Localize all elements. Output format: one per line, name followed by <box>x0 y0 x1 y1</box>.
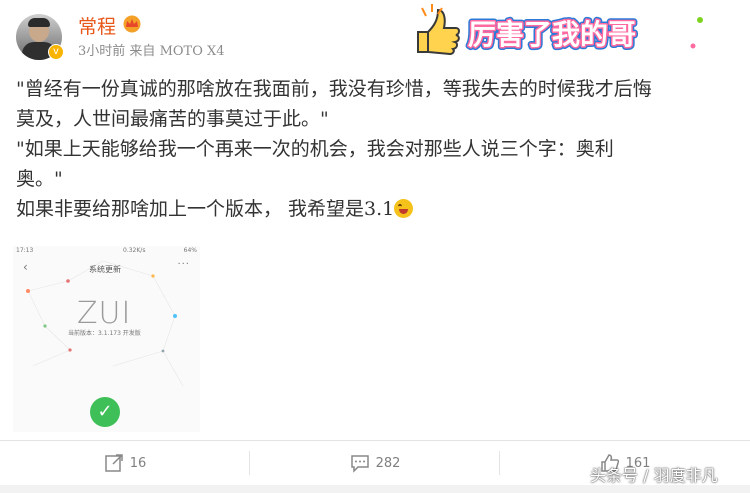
sticker-text: 厉害了我的哥 <box>468 18 636 51</box>
sticker-image: 厉害了我的哥 厉害了我的哥 厉害了我的哥 <box>417 4 703 56</box>
post-line: 如果非要给那啥加上一个版本， 我希望是3.1 <box>16 198 395 220</box>
bottom-bar <box>0 485 750 493</box>
status-network: 0.32K/s <box>123 247 146 254</box>
thumbs-up-icon <box>417 8 460 56</box>
comment-button[interactable]: 282 <box>250 441 500 485</box>
back-arrow-icon: ‹ <box>23 260 28 274</box>
post-line: "曾经有一份真诚的那啥放在我面前，我没有珍惜，等我失去的时候我才后悔 <box>16 78 652 100</box>
repost-count: 16 <box>129 455 147 471</box>
avatar-hair <box>28 18 50 27</box>
source-device[interactable]: MOTO X4 <box>160 44 225 59</box>
more-icon: ··· <box>177 259 190 270</box>
share-icon <box>104 454 123 472</box>
post-body: "曾经有一份真诚的那啥放在我面前，我没有珍惜，等我失去的时候我才后悔 莫及，人世… <box>16 74 746 224</box>
check-icon: ✓ <box>90 397 120 427</box>
version-text: 当前版本：3.1.173 开发版 <box>68 330 141 337</box>
laughing-emoji-icon <box>394 199 414 218</box>
post-image[interactable]: 17:13 0.32K/s 64% ‹ 系统更新 ··· ZUI 当前版本：3.… <box>13 246 200 432</box>
post-line-with-emoji: 如果非要给那啥加上一个版本， 我希望是3.1 <box>16 194 746 224</box>
status-bar: 17:13 0.32K/s 64% <box>13 246 200 256</box>
crown-icon <box>123 15 141 33</box>
post-line: 莫及，人世间最痛苦的事莫过于此。" <box>16 108 329 130</box>
post-line: "如果上天能够给我一个再来一次的机会，我会对那些人说三个字：奥利 <box>16 138 614 160</box>
status-battery: 64% <box>183 247 197 254</box>
screen-title: 系统更新 <box>89 265 121 274</box>
post-line: 奥。" <box>16 168 63 190</box>
zui-logo: ZUI <box>77 296 132 331</box>
username[interactable]: 常程 <box>78 12 116 39</box>
verified-badge-icon: v <box>48 44 64 60</box>
repost-button[interactable]: 16 <box>0 441 250 485</box>
watermark: 头条号 / 羽度非凡 <box>590 466 718 485</box>
comment-icon <box>350 455 369 473</box>
post-time[interactable]: 3小时前 <box>78 44 125 59</box>
source-prefix: 来自 <box>129 44 156 59</box>
post-meta: 3小时前 来自 MOTO X4 <box>78 40 225 59</box>
status-time: 17:13 <box>16 247 34 254</box>
comment-count: 282 <box>375 455 401 471</box>
